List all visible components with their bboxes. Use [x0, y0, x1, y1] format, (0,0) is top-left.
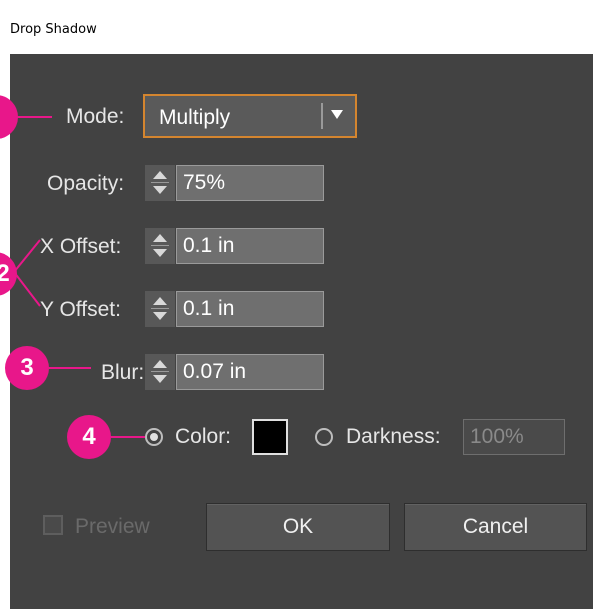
y-offset-label: Y Offset:: [40, 298, 121, 321]
stepper-up-icon: [153, 297, 167, 305]
dropdown-separator: [321, 103, 323, 129]
callout-leader-blur: [49, 367, 91, 369]
stepper-up-icon: [153, 234, 167, 242]
callout-leader-mode: [16, 116, 52, 118]
stepper-down-icon: [153, 249, 167, 257]
stepper-down-icon: [153, 312, 167, 320]
preview-label: Preview: [75, 515, 150, 538]
x-offset-label: X Offset:: [40, 235, 122, 258]
blur-input[interactable]: 0.07 in: [176, 354, 324, 390]
x-offset-stepper[interactable]: [145, 228, 175, 264]
ok-button[interactable]: OK: [206, 503, 390, 551]
chevron-down-icon: [331, 110, 343, 119]
radio-selected-dot: [150, 433, 158, 441]
mode-value: Multiply: [159, 106, 231, 129]
stepper-up-icon: [153, 360, 167, 368]
darkness-radio[interactable]: [315, 428, 333, 446]
stepper-up-icon: [153, 171, 167, 179]
stepper-down-icon: [153, 186, 167, 194]
callout-leader-color: [111, 436, 145, 438]
dialog-title: Drop Shadow: [10, 22, 97, 37]
opacity-label: Opacity:: [47, 172, 125, 195]
title-bar: Drop Shadow: [0, 0, 603, 54]
callout-badge-blur: 3: [5, 346, 49, 390]
darkness-input[interactable]: 100%: [463, 419, 565, 455]
cancel-button[interactable]: Cancel: [404, 503, 587, 551]
color-label: Color:: [175, 425, 232, 448]
y-offset-input[interactable]: 0.1 in: [176, 291, 324, 327]
opacity-input[interactable]: 75%: [176, 165, 324, 201]
opacity-stepper[interactable]: [145, 165, 175, 201]
mode-label: Mode:: [66, 105, 125, 128]
x-offset-input[interactable]: 0.1 in: [176, 228, 324, 264]
mode-dropdown[interactable]: Multiply: [143, 94, 357, 138]
stepper-down-icon: [153, 375, 167, 383]
preview-checkbox[interactable]: [43, 515, 63, 535]
darkness-label: Darkness:: [346, 425, 441, 448]
callout-badge-color: 4: [67, 415, 111, 459]
blur-label: Blur:: [101, 361, 145, 384]
blur-stepper[interactable]: [145, 354, 175, 390]
color-swatch[interactable]: [252, 419, 288, 455]
color-radio[interactable]: [145, 428, 163, 446]
y-offset-stepper[interactable]: [145, 291, 175, 327]
